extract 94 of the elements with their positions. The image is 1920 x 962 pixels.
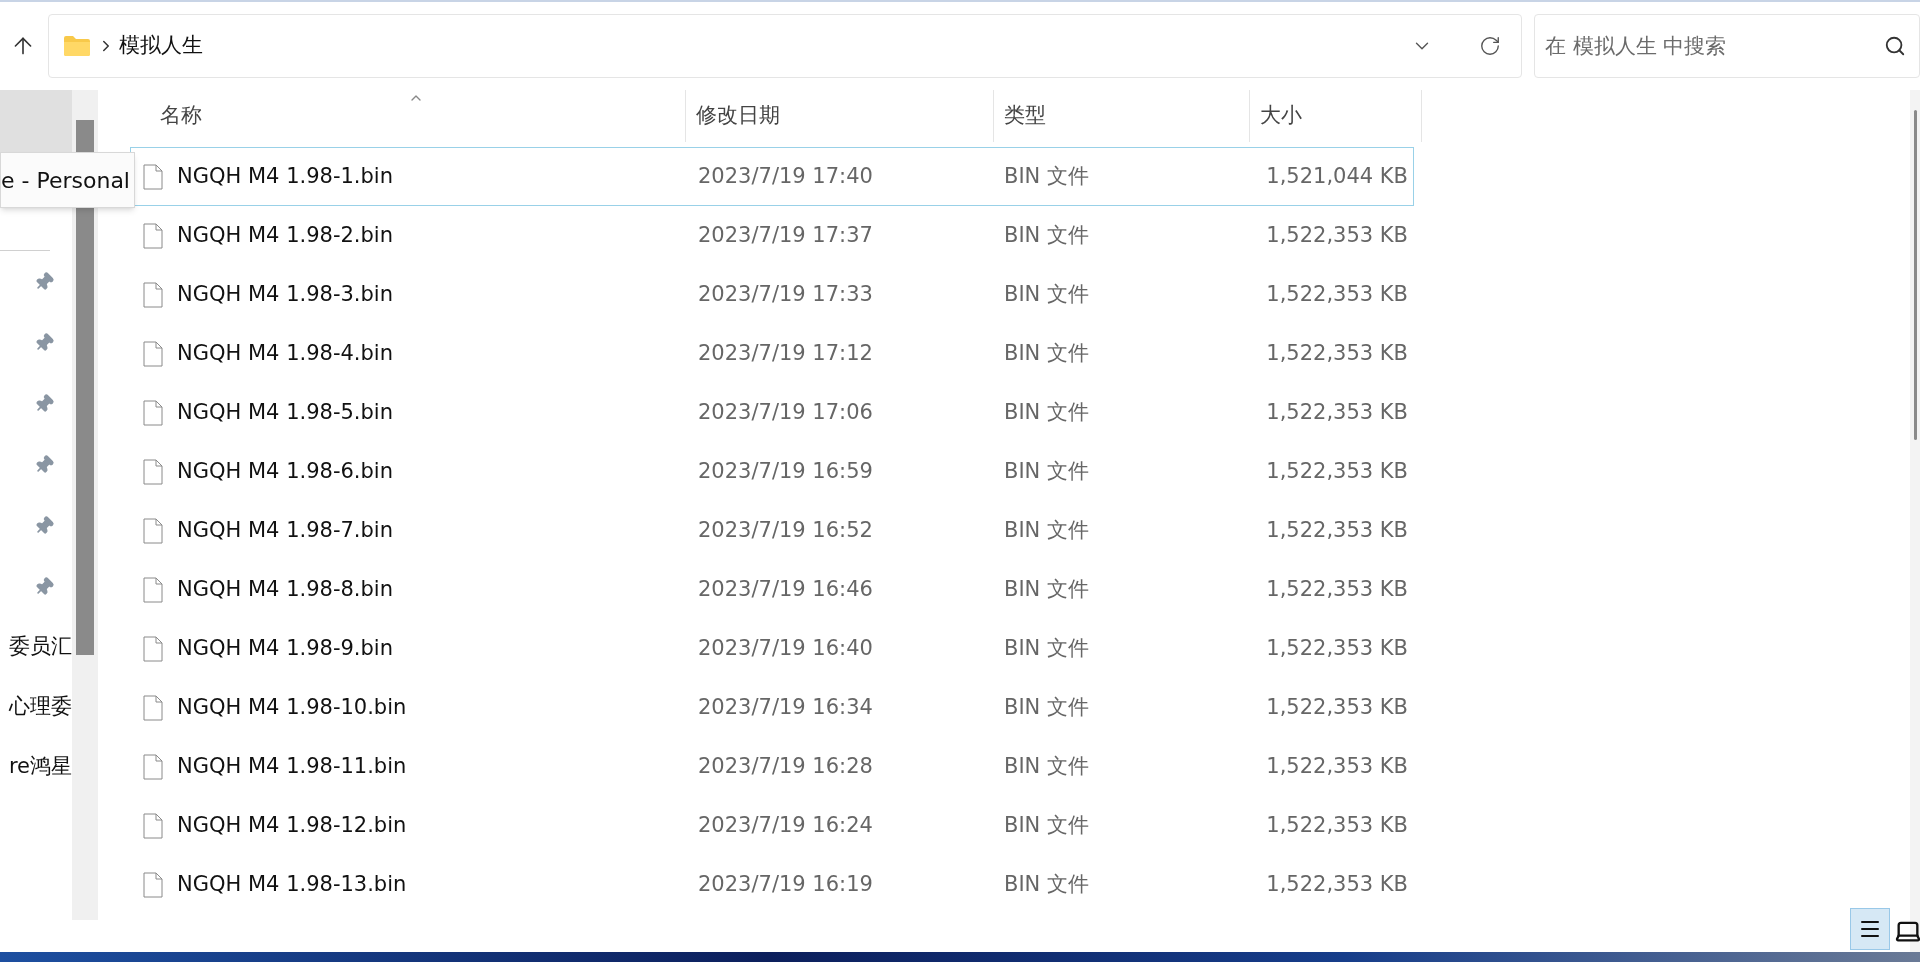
file-name: NGQH M4 1.98-9.bin: [177, 634, 393, 662]
file-type: BIN 文件: [1003, 398, 1090, 426]
path-segment[interactable]: 模拟人生: [119, 30, 203, 62]
nav-item[interactable]: 心理委: [9, 691, 72, 723]
details-view-icon[interactable]: [1850, 908, 1890, 950]
modified-date: 2023/7/19 17:40: [697, 162, 874, 190]
file-row[interactable]: NGQH M4 1.98-9.bin 2023/7/19 16:40 BIN 文件 1,522,353 KB: [130, 619, 1414, 678]
modified-date: 2023/7/19 16:40: [697, 634, 874, 662]
search-field[interactable]: 在 模拟人生 中搜索: [1534, 14, 1920, 78]
file-icon: [143, 458, 163, 485]
file-name: NGQH M4 1.98-6.bin: [177, 457, 393, 485]
file-type: BIN 文件: [1003, 693, 1090, 721]
file-size: 1,522,353 KB: [1265, 457, 1408, 485]
modified-date: 2023/7/19 16:59: [697, 457, 874, 485]
file-icon: [143, 517, 163, 544]
modified-date: 2023/7/19 17:33: [697, 280, 874, 308]
file-icon: [143, 340, 163, 367]
file-icon: [143, 812, 163, 839]
file-row[interactable]: NGQH M4 1.98-2.bin 2023/7/19 17:37 BIN 文件 1,522,353 KB: [130, 206, 1414, 265]
file-icon: [143, 635, 163, 662]
file-name: NGQH M4 1.98-4.bin: [177, 339, 393, 367]
column-header[interactable]: 类型: [994, 90, 1250, 142]
file-type: BIN 文件: [1003, 634, 1090, 662]
file-name: NGQH M4 1.98-2.bin: [177, 221, 393, 249]
modified-date: 2023/7/19 16:34: [697, 693, 874, 721]
modified-date: 2023/7/19 16:19: [697, 870, 874, 898]
file-row[interactable]: NGQH M4 1.98-8.bin 2023/7/19 16:46 BIN 文件 1,522,353 KB: [130, 560, 1414, 619]
file-type: BIN 文件: [1003, 752, 1090, 780]
file-size: 1,522,353 KB: [1265, 221, 1408, 249]
file-size: 1,522,353 KB: [1265, 693, 1408, 721]
modified-date: 2023/7/19 17:12: [697, 339, 874, 367]
file-icon: [143, 576, 163, 603]
nav-item[interactable]: re鸿星: [8, 751, 72, 783]
file-row[interactable]: NGQH M4 1.98-13.bin 2023/7/19 16:19 BIN 文件 1,522,353 KB: [130, 855, 1414, 914]
file-type: BIN 文件: [1003, 457, 1090, 485]
address-bar[interactable]: 模拟人生: [48, 14, 1522, 78]
file-icon: [143, 281, 163, 308]
file-size: 1,521,044 KB: [1265, 162, 1408, 190]
file-name: NGQH M4 1.98-1.bin: [177, 162, 393, 190]
column-header[interactable]: 大小: [1250, 90, 1422, 142]
modified-date: 2023/7/19 17:06: [697, 398, 874, 426]
file-icon: [143, 753, 163, 780]
file-icon: [143, 871, 163, 898]
file-size: 1,522,353 KB: [1265, 634, 1408, 662]
file-size: 1,522,353 KB: [1265, 870, 1408, 898]
file-row[interactable]: NGQH M4 1.98-4.bin 2023/7/19 17:12 BIN 文件 1,522,353 KB: [130, 324, 1414, 383]
file-size: 1,522,353 KB: [1265, 280, 1408, 308]
file-name: NGQH M4 1.98-7.bin: [177, 516, 393, 544]
file-name: NGQH M4 1.98-3.bin: [177, 280, 393, 308]
tooltip: e - Personal: [0, 152, 135, 208]
file-row[interactable]: NGQH M4 1.98-10.bin 2023/7/19 16:34 BIN 文件 1,522,353 KB: [130, 678, 1414, 737]
file-row[interactable]: NGQH M4 1.98-11.bin 2023/7/19 16:28 BIN 文件 1,522,353 KB: [130, 737, 1414, 796]
file-name: NGQH M4 1.98-13.bin: [177, 870, 407, 898]
scrollbar-thumb[interactable]: [1913, 110, 1917, 440]
file-row[interactable]: NGQH M4 1.98-5.bin 2023/7/19 17:06 BIN 文件 1,522,353 KB: [130, 383, 1414, 442]
file-name: NGQH M4 1.98-12.bin: [177, 811, 407, 839]
file-type: BIN 文件: [1003, 516, 1090, 544]
file-size: 1,522,353 KB: [1265, 339, 1408, 367]
file-size: 1,522,353 KB: [1265, 516, 1408, 544]
file-type: BIN 文件: [1003, 870, 1090, 898]
file-type: BIN 文件: [1003, 162, 1090, 190]
modified-date: 2023/7/19 16:28: [697, 752, 874, 780]
file-name: NGQH M4 1.98-8.bin: [177, 575, 393, 603]
folder-icon: [63, 35, 91, 57]
file-icon: [143, 163, 163, 190]
file-icon: [143, 222, 163, 249]
file-size: 1,522,353 KB: [1265, 811, 1408, 839]
refresh-icon[interactable]: [1479, 35, 1501, 57]
column-header[interactable]: 名称: [130, 90, 686, 142]
file-row[interactable]: NGQH M4 1.98-7.bin 2023/7/19 16:52 BIN 文件 1,522,353 KB: [130, 501, 1414, 560]
file-icon: [143, 399, 163, 426]
file-row[interactable]: NGQH M4 1.98-3.bin 2023/7/19 17:33 BIN 文件 1,522,353 KB: [130, 265, 1414, 324]
file-name: NGQH M4 1.98-5.bin: [177, 398, 393, 426]
file-name: NGQH M4 1.98-11.bin: [177, 752, 407, 780]
modified-date: 2023/7/19 16:24: [697, 811, 874, 839]
file-type: BIN 文件: [1003, 280, 1090, 308]
file-type: BIN 文件: [1003, 811, 1090, 839]
nav-item[interactable]: 委员汇: [9, 631, 72, 663]
modified-date: 2023/7/19 17:37: [697, 221, 874, 249]
file-type: BIN 文件: [1003, 575, 1090, 603]
modified-date: 2023/7/19 16:52: [697, 516, 874, 544]
file-size: 1,522,353 KB: [1265, 752, 1408, 780]
file-size: 1,522,353 KB: [1265, 575, 1408, 603]
column-header[interactable]: 修改日期: [686, 90, 994, 142]
file-row[interactable]: NGQH M4 1.98-12.bin 2023/7/19 16:24 BIN 文件 1,522,353 KB: [130, 796, 1414, 855]
file-icon: [143, 694, 163, 721]
file-name: NGQH M4 1.98-10.bin: [177, 693, 407, 721]
file-type: BIN 文件: [1003, 339, 1090, 367]
file-row[interactable]: NGQH M4 1.98-1.bin 2023/7/19 17:40 BIN 文件 1,521,044 KB: [130, 147, 1414, 206]
modified-date: 2023/7/19 16:46: [697, 575, 874, 603]
file-row[interactable]: NGQH M4 1.98-6.bin 2023/7/19 16:59 BIN 文件 1,522,353 KB: [130, 442, 1414, 501]
file-size: 1,522,353 KB: [1265, 398, 1408, 426]
file-type: BIN 文件: [1003, 221, 1090, 249]
search-icon[interactable]: [1884, 35, 1906, 57]
